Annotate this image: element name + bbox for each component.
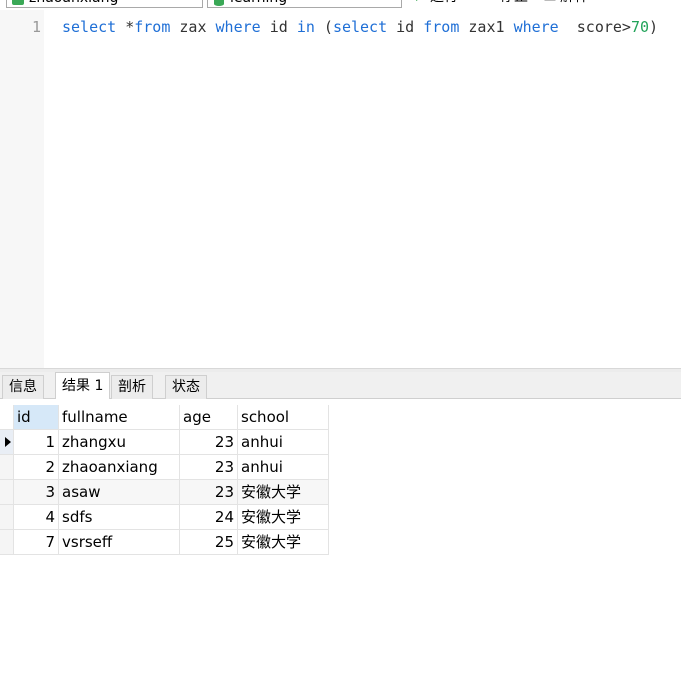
explain-button[interactable]: 解释 [544,0,588,6]
toolbar: zhaoanxiang learning 运行 停止 解释 [0,0,681,10]
tab-info[interactable]: 信息 [2,375,44,399]
tab-status-label: 状态 [172,379,200,395]
current-row-pointer-icon [5,437,11,447]
run-button[interactable]: 运行 [414,0,458,6]
cell-age[interactable]: 23 [180,480,238,505]
keyword-token: from [423,18,460,36]
cell-id[interactable]: 4 [14,505,59,530]
cell-id[interactable]: 2 [14,455,59,480]
line-number: 1 [31,18,41,36]
code-token: ( [314,18,333,36]
cell-school[interactable]: anhui [238,430,329,455]
code-token: ) [649,18,659,36]
cell-id[interactable]: 3 [14,480,59,505]
keyword-token: where [513,18,559,36]
tab-status[interactable]: 状态 [165,375,207,399]
keyword-token: from [134,18,171,36]
result-tabs: 信息 结果 1 剖析 状态 [0,372,681,399]
stop-button[interactable]: 停止 [484,0,528,6]
row-header-corner [0,405,14,430]
row-selector[interactable] [0,505,14,530]
column-header-school[interactable]: school [238,405,329,430]
cell-age[interactable]: 25 [180,530,238,555]
code-token: zax [170,18,216,36]
database-icon [214,0,224,6]
cell-fullname[interactable]: vsrseff [59,530,180,555]
stop-icon [484,0,496,2]
tab-profile[interactable]: 剖析 [111,375,153,399]
row-selector[interactable] [0,530,14,555]
explain-label: 解释 [560,0,588,5]
cell-school[interactable]: 安徽大学 [238,505,329,530]
keyword-token: where [215,18,261,36]
cell-id[interactable]: 1 [14,430,59,455]
cell-age[interactable]: 23 [180,455,238,480]
tab-info-label: 信息 [9,379,37,395]
stop-label: 停止 [500,0,528,5]
keyword-token: in [296,18,315,36]
number-token: 70 [630,18,650,36]
explain-icon [544,0,556,1]
play-icon [416,0,418,1]
row-selector[interactable] [0,430,14,455]
cell-age[interactable]: 24 [180,505,238,530]
run-label: 运行 [430,0,458,5]
database-select[interactable]: learning [207,0,402,8]
cell-fullname[interactable]: zhangxu [59,430,180,455]
connection-icon [12,0,24,5]
cell-school[interactable]: anhui [238,455,329,480]
sql-editor[interactable]: 1 select *from zax where id in (select i… [0,10,681,368]
tab-profile-label: 剖析 [118,379,146,395]
tab-result-1[interactable]: 结果 1 [55,372,111,399]
cell-age[interactable]: 23 [180,430,238,455]
column-header-id[interactable]: id [14,405,59,430]
row-selector[interactable] [0,480,14,505]
code-token: id [387,18,424,36]
code-token: score> [558,18,631,36]
cell-school[interactable]: 安徽大学 [238,530,329,555]
tab-result-1-label: 结果 1 [62,378,104,394]
cell-fullname[interactable]: sdfs [59,505,180,530]
row-selector[interactable] [0,455,14,480]
code-token: id [260,18,297,36]
connection-label: zhaoanxiang [29,0,118,6]
cell-id[interactable]: 7 [14,530,59,555]
keyword-token: select [332,18,388,36]
cell-school[interactable]: 安徽大学 [238,480,329,505]
column-header-fullname[interactable]: fullname [59,405,180,430]
code-token: * [116,18,135,36]
line-gutter: 1 [0,10,44,368]
connection-select[interactable]: zhaoanxiang [6,0,203,8]
cell-fullname[interactable]: zhaoanxiang [59,455,180,480]
database-label: learning [230,0,287,6]
keyword-token: select [62,18,117,36]
code-token: zax1 [459,18,514,36]
column-header-age[interactable]: age [180,405,238,430]
cell-fullname[interactable]: asaw [59,480,180,505]
code-line[interactable]: select *from zax where id in (select id … [62,18,658,36]
